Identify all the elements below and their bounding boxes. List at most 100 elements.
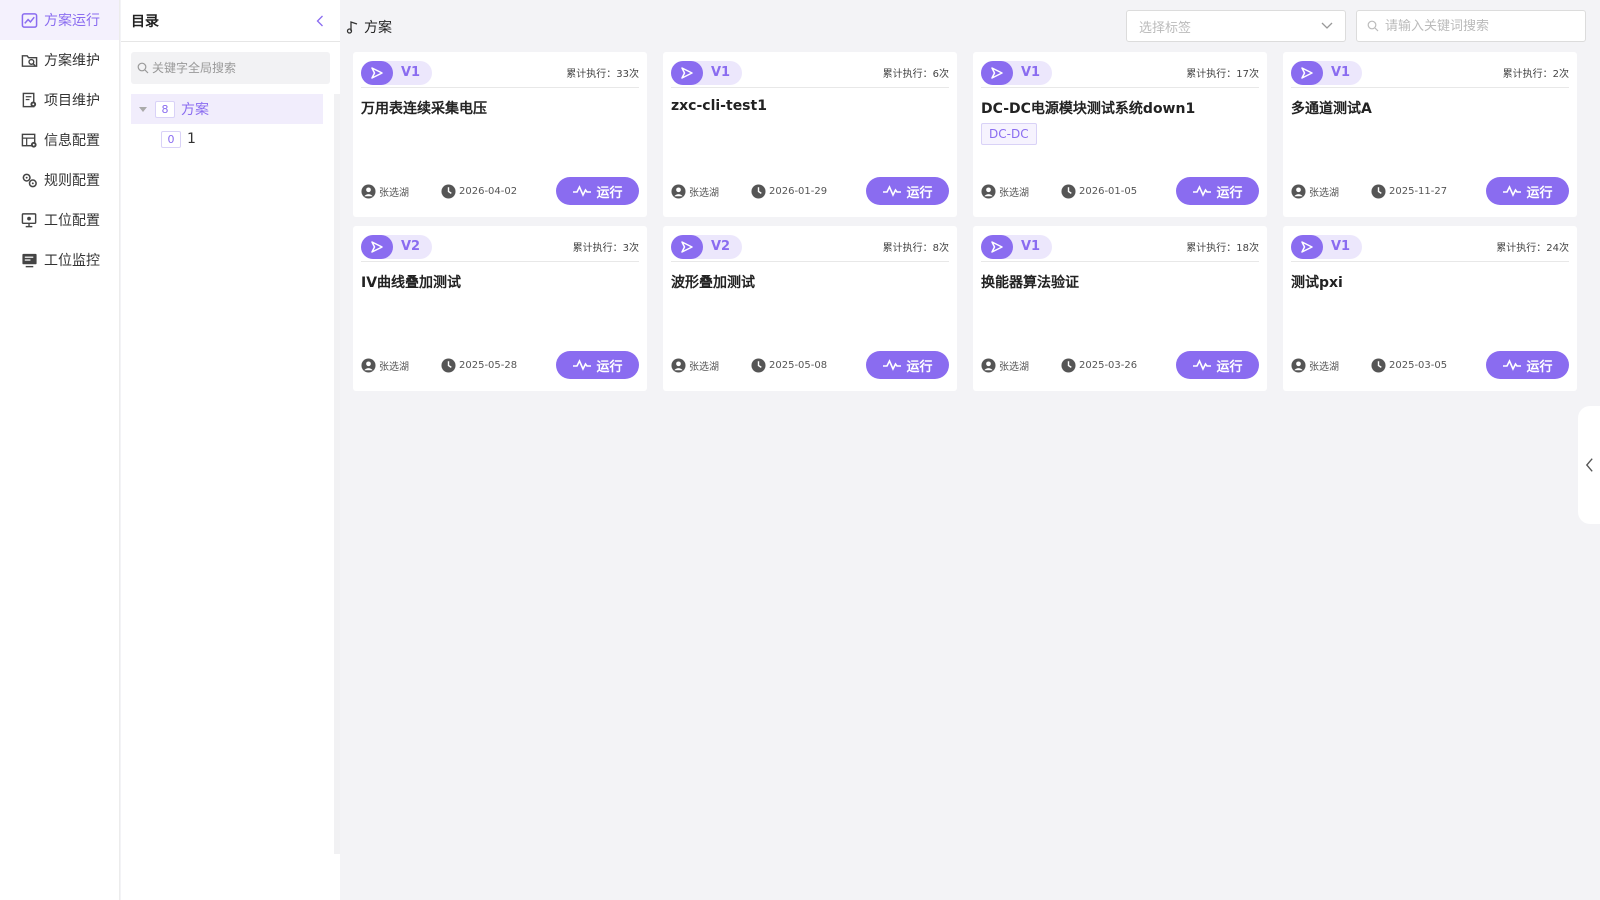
play-icon — [361, 60, 393, 85]
pulse-icon — [1193, 185, 1212, 197]
plan-card[interactable]: V1 累计执行：33次 万用表连续采集电压 张选湖 2026-04-02 运行 — [353, 52, 647, 217]
directory-title: 目录 — [131, 13, 159, 30]
collapse-panel-button[interactable] — [310, 11, 330, 31]
version-label: V2 — [711, 239, 731, 254]
execution-count: 累计执行：17次 — [1186, 69, 1259, 80]
date: 2026-04-02 — [441, 183, 517, 199]
date-text: 2025-05-28 — [459, 359, 518, 371]
run-button[interactable]: 运行 — [866, 177, 949, 205]
tree-node-label: 1 — [187, 131, 196, 147]
rules-gears-icon — [20, 171, 38, 189]
run-label: 运行 — [906, 359, 933, 375]
plan-card[interactable]: V1 累计执行：24次 测试pxi 张选湖 2025-03-05 运行 — [1283, 226, 1577, 391]
expand-side-panel-button[interactable] — [1578, 406, 1600, 524]
author: 张选湖 — [671, 357, 751, 373]
nav-label: 方案运行 — [44, 13, 100, 29]
card-footer: 张选湖 2025-05-28 运行 — [361, 351, 639, 379]
version-badge: V1 — [981, 234, 1053, 259]
plan-card[interactable]: V1 累计执行：2次 多通道测试A 张选湖 2025-11-27 运行 — [1283, 52, 1577, 217]
execution-count: 累计执行：8次 — [882, 243, 949, 254]
nav-item-plan-run[interactable]: 方案运行 — [0, 0, 119, 40]
plan-card[interactable]: V2 累计执行：8次 波形叠加测试 张选湖 2025-05-08 运行 — [663, 226, 957, 391]
plan-name: 换能器算法验证 — [981, 275, 1079, 291]
card-footer: 张选湖 2025-03-26 运行 — [981, 351, 1259, 379]
run-button[interactable]: 运行 — [1486, 177, 1569, 205]
card-header: V2 累计执行：8次 — [671, 232, 949, 262]
chart-line-icon — [20, 11, 38, 29]
execution-count: 累计执行：2次 — [1502, 69, 1569, 80]
directory-header: 目录 — [121, 0, 340, 42]
keyword-search-input[interactable] — [1385, 18, 1575, 34]
run-button[interactable]: 运行 — [556, 351, 639, 379]
nav-item-station-monitor[interactable]: 工位监控 — [0, 240, 119, 280]
version-badge: V2 — [361, 234, 433, 259]
keyword-search — [1356, 10, 1586, 42]
play-icon — [671, 60, 703, 85]
nav-item-rule-config[interactable]: 规则配置 — [0, 160, 119, 200]
version-label: V1 — [1021, 65, 1041, 80]
nav-label: 工位监控 — [44, 253, 100, 269]
tag-select[interactable]: 选择标签 — [1126, 10, 1346, 42]
directory-tree: 8 方案 0 1 — [121, 94, 340, 154]
execution-count: 累计执行：6次 — [882, 69, 949, 80]
nav-label: 方案维护 — [44, 53, 100, 69]
caret-down-icon[interactable] — [139, 106, 147, 112]
clock-icon — [1061, 357, 1076, 373]
tag-select-placeholder: 选择标签 — [1139, 20, 1192, 36]
chevron-left-icon — [316, 15, 323, 26]
author-name: 张选湖 — [1309, 361, 1339, 373]
plan-card[interactable]: V1 累计执行：17次 DC-DC电源模块测试系统down1 DC-DC 张选湖… — [973, 52, 1267, 217]
nav-item-station-config[interactable]: 工位配置 — [0, 200, 119, 240]
execution-count: 累计执行：24次 — [1496, 243, 1569, 254]
version-label: V2 — [401, 239, 421, 254]
top-bar: 方案 选择标签 — [340, 0, 1600, 50]
document-gear-icon — [20, 91, 38, 109]
plan-tag[interactable]: DC-DC — [981, 123, 1037, 145]
pulse-icon — [1193, 359, 1212, 371]
play-icon — [981, 60, 1013, 85]
execution-count: 累计执行：3次 — [572, 243, 639, 254]
monitor-list-icon — [20, 251, 38, 269]
run-label: 运行 — [596, 359, 623, 375]
play-icon — [1291, 60, 1323, 85]
plan-card[interactable]: V1 累计执行：6次 zxc-cli-test1 张选湖 2026-01-29 … — [663, 52, 957, 217]
user-icon — [361, 183, 376, 199]
clock-icon — [441, 183, 456, 199]
card-footer: 张选湖 2026-04-02 运行 — [361, 177, 639, 205]
nav-item-project-maintain[interactable]: 项目维护 — [0, 80, 119, 120]
search-icon — [137, 62, 149, 74]
plan-name: zxc-cli-test1 — [671, 98, 767, 114]
directory-search-input[interactable] — [152, 61, 322, 75]
author-name: 张选湖 — [379, 361, 409, 373]
nav-item-plan-maintain[interactable]: 方案维护 — [0, 40, 119, 80]
run-button[interactable]: 运行 — [1176, 177, 1259, 205]
plan-card[interactable]: V2 累计执行：3次 IV曲线叠加测试 张选湖 2025-05-28 运行 — [353, 226, 647, 391]
plan-card[interactable]: V1 累计执行：18次 换能器算法验证 张选湖 2025-03-26 运行 — [973, 226, 1267, 391]
date: 2025-03-26 — [1061, 357, 1137, 373]
date: 2026-01-05 — [1061, 183, 1137, 199]
user-icon — [981, 183, 996, 199]
user-icon — [1291, 357, 1306, 373]
author: 张选湖 — [361, 357, 441, 373]
clock-icon — [1371, 357, 1386, 373]
tree-node-plan[interactable]: 8 方案 — [131, 94, 323, 124]
run-button[interactable]: 运行 — [866, 351, 949, 379]
nav-item-info-config[interactable]: 信息配置 — [0, 120, 119, 160]
run-label: 运行 — [906, 185, 933, 201]
tree-node-child[interactable]: 0 1 — [131, 124, 323, 154]
run-label: 运行 — [1216, 185, 1243, 201]
run-button[interactable]: 运行 — [1176, 351, 1259, 379]
user-icon — [1291, 183, 1306, 199]
user-icon — [671, 357, 686, 373]
version-badge: V1 — [671, 60, 743, 85]
run-label: 运行 — [1526, 185, 1553, 201]
plan-name: IV曲线叠加测试 — [361, 275, 462, 291]
pulse-icon — [883, 359, 902, 371]
run-button[interactable]: 运行 — [1486, 351, 1569, 379]
run-button[interactable]: 运行 — [556, 177, 639, 205]
author-name: 张选湖 — [379, 187, 409, 199]
clock-icon — [751, 357, 766, 373]
date-text: 2025-11-27 — [1389, 185, 1448, 197]
monitor-gear-icon — [20, 211, 38, 229]
breadcrumb-label: 方案 — [364, 20, 392, 36]
